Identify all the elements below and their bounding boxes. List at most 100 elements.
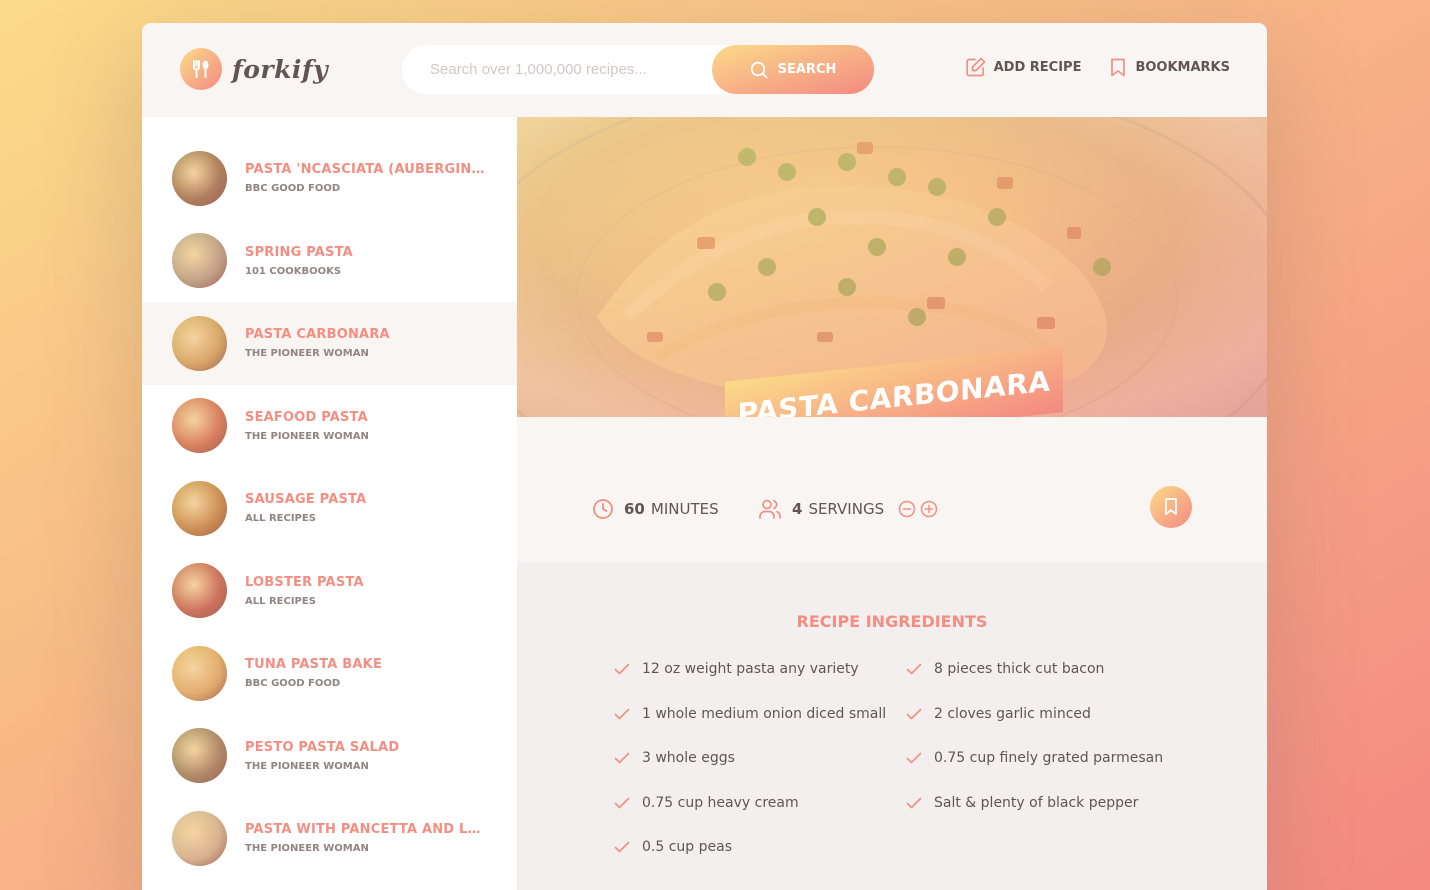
ingredient-text: 0.75 cup heavy cream xyxy=(642,794,799,811)
result-publisher: The Pioneer Woman xyxy=(245,843,369,855)
recipe-thumbnail xyxy=(172,398,227,454)
clock-icon xyxy=(593,499,613,519)
search-result-item[interactable]: Pasta with Pancetta and Leeks The Pioneer… xyxy=(142,797,517,880)
search-results: Pasta 'ncasciata (aubergine and pasta ba… xyxy=(142,117,517,890)
recipe-figure: Pasta Carbonara xyxy=(517,117,1267,448)
plus-circle-icon[interactable] xyxy=(920,500,938,518)
result-title: Pasta Carbonara xyxy=(245,327,390,343)
recipe-thumbnail xyxy=(172,563,227,619)
bookmarks-button[interactable]: Bookmarks xyxy=(1109,57,1230,78)
search-result-item[interactable]: Seafood Pasta The Pioneer Woman xyxy=(142,385,517,468)
add-recipe-label: Add recipe xyxy=(993,60,1082,75)
servings-controls xyxy=(898,500,938,518)
search-result-item[interactable]: Pasta 'ncasciata (aubergine and pasta ba… xyxy=(142,137,517,220)
search-input[interactable] xyxy=(430,61,730,78)
logo-text: forkify xyxy=(232,54,329,84)
ingredient-item: 0.5 cup peas xyxy=(614,838,906,856)
search-icon xyxy=(750,61,768,78)
app-container: forkify Search Add recipe xyxy=(142,23,1267,890)
recipe-thumbnail xyxy=(172,233,227,289)
check-icon xyxy=(906,708,922,719)
result-title: Tuna Pasta Bake xyxy=(245,657,383,673)
result-text: Seafood Pasta The Pioneer Woman xyxy=(245,410,369,442)
bookmarks-label: Bookmarks xyxy=(1135,60,1230,75)
ingredient-text: 1 whole medium onion diced small xyxy=(642,705,887,722)
main-nav: Add recipe Bookmarks xyxy=(965,57,1230,78)
result-title: Pesto Pasta Salad xyxy=(245,739,400,755)
logo[interactable]: forkify xyxy=(180,48,328,90)
results-list: Pasta 'ncasciata (aubergine and pasta ba… xyxy=(142,137,517,880)
search-result-item[interactable]: Pasta Carbonara The Pioneer Woman xyxy=(142,302,517,385)
users-icon xyxy=(759,499,781,519)
ingredient-text: Salt & plenty of black pepper xyxy=(934,794,1139,811)
recipe: Pasta Carbonara 60 minutes 4 servings xyxy=(517,117,1267,890)
bookmark-recipe-button[interactable] xyxy=(1150,486,1192,528)
ingredient-text: 8 pieces thick cut bacon xyxy=(934,661,1105,677)
minus-circle-icon[interactable] xyxy=(898,500,916,518)
bookmark-icon xyxy=(1111,58,1126,77)
header: forkify Search Add recipe xyxy=(142,23,1267,117)
result-text: Lobster Pasta All Recipes xyxy=(245,575,364,607)
recipe-ingredients: Recipe ingredients 12 oz weight pasta an… xyxy=(517,562,1267,890)
result-publisher: The Pioneer Woman xyxy=(245,348,369,360)
search-button-label: Search xyxy=(777,62,837,77)
add-recipe-button[interactable]: Add recipe xyxy=(965,57,1082,78)
servings-unit: servings xyxy=(808,500,885,518)
ingredient-text: 3 whole eggs xyxy=(642,750,735,766)
servings-value: 4 xyxy=(792,500,803,518)
check-icon xyxy=(614,708,630,719)
result-title: Seafood Pasta xyxy=(245,409,368,425)
check-icon xyxy=(906,752,922,764)
check-icon xyxy=(906,663,922,675)
result-publisher: BBC Good Food xyxy=(245,183,341,195)
check-icon xyxy=(906,797,922,808)
ingredient-item: Salt & plenty of black pepper xyxy=(906,794,1174,812)
recipe-thumbnail xyxy=(172,150,227,206)
result-title: Pasta 'ncasciata (aubergine and pasta ba… xyxy=(245,162,485,178)
edit-icon xyxy=(965,57,985,77)
ingredient-item: 2 cloves garlic minced xyxy=(906,705,1174,723)
search-result-item[interactable]: Pesto Pasta Salad The Pioneer Woman xyxy=(142,715,517,798)
result-publisher: The Pioneer Woman xyxy=(245,760,369,772)
ingredient-item: 3 whole eggs xyxy=(614,749,906,767)
ingredient-text: 0.75 cup finely grated parmesan xyxy=(934,750,1164,766)
check-icon xyxy=(614,841,630,853)
ingredient-item: 1 whole medium onion diced small xyxy=(614,705,906,723)
recipe-thumbnail xyxy=(172,480,227,536)
recipe-thumbnail xyxy=(172,645,227,701)
cooking-time-unit: minutes xyxy=(650,500,719,518)
search-form: Search xyxy=(402,45,874,94)
result-text: Spring Pasta 101 Cookbooks xyxy=(245,245,353,277)
result-title: Pasta with Pancetta and Leeks xyxy=(245,822,485,838)
search-button[interactable]: Search xyxy=(712,45,874,94)
recipe-thumbnail xyxy=(172,728,227,784)
servings: 4 servings xyxy=(758,498,938,520)
result-title: Sausage Pasta xyxy=(245,492,367,508)
result-publisher: 101 Cookbooks xyxy=(245,265,342,277)
search-result-item[interactable]: Sausage Pasta All Recipes xyxy=(142,467,517,550)
result-publisher: BBC Good Food xyxy=(245,678,341,690)
ingredient-item: 0.75 cup heavy cream xyxy=(614,794,906,812)
check-icon xyxy=(614,663,630,675)
result-text: Tuna Pasta Bake BBC Good Food xyxy=(245,657,382,689)
ingredient-item: 12 oz weight pasta any variety xyxy=(614,660,906,678)
check-icon xyxy=(614,797,630,808)
search-result-item[interactable]: Spring Pasta 101 Cookbooks xyxy=(142,220,517,303)
recipe-details: 60 minutes 4 servings xyxy=(517,417,1267,562)
result-publisher: All Recipes xyxy=(245,595,316,607)
search-result-item[interactable]: Tuna Pasta Bake BBC Good Food xyxy=(142,632,517,715)
ingredient-item: 8 pieces thick cut bacon xyxy=(906,660,1174,678)
result-text: Pasta Carbonara The Pioneer Woman xyxy=(245,327,390,359)
result-title: Spring Pasta xyxy=(245,244,353,260)
result-publisher: All Recipes xyxy=(245,513,316,525)
fork-knife-icon xyxy=(180,48,222,90)
bookmark-icon xyxy=(1165,498,1177,515)
check-icon xyxy=(614,752,630,764)
result-title: Lobster Pasta xyxy=(245,574,364,590)
ingredient-list: 12 oz weight pasta any variety 8 pieces t… xyxy=(614,660,1174,856)
recipe-thumbnail xyxy=(172,810,227,866)
cooking-time: 60 minutes xyxy=(592,498,719,520)
search-result-item[interactable]: Lobster Pasta All Recipes xyxy=(142,550,517,633)
result-text: Pasta 'ncasciata (aubergine and pasta ba… xyxy=(245,162,485,194)
ingredient-text: 2 cloves garlic minced xyxy=(934,705,1091,722)
